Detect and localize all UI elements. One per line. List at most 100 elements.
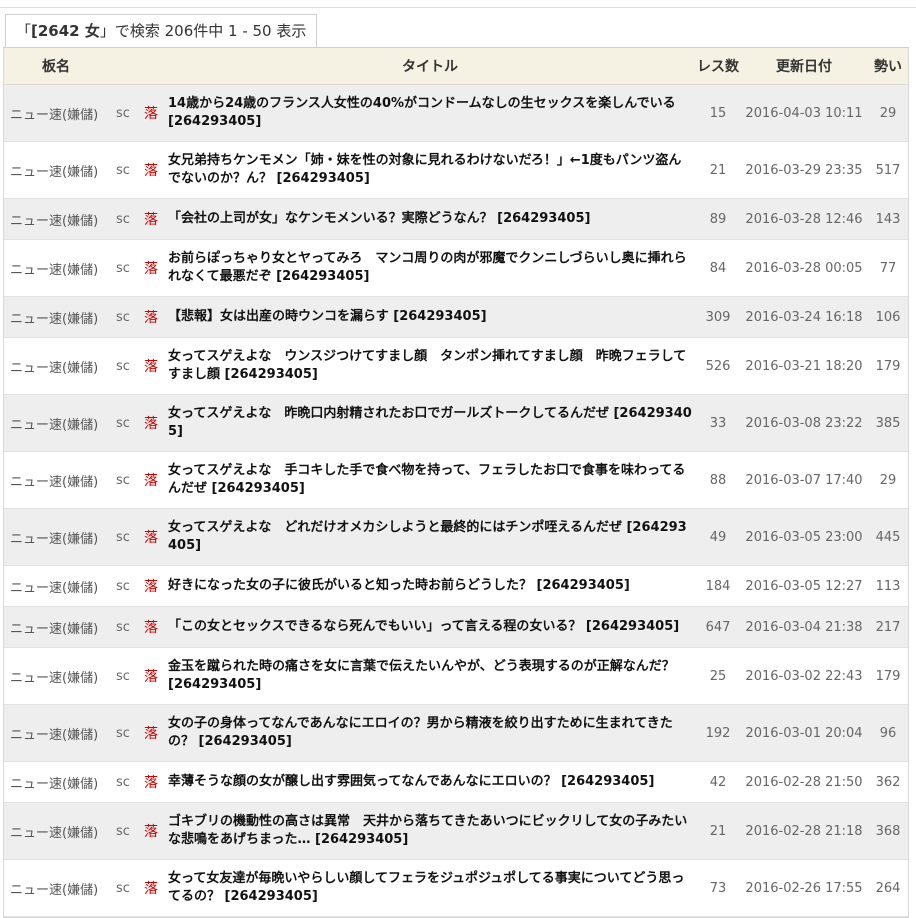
thread-title-link[interactable]: 女ってスゲえよな ウンスジつけてすまし顔 タンポン挿れてすまし顔 昨晩フェラして… — [164, 337, 696, 395]
sc-link[interactable]: sc — [108, 704, 138, 762]
sc-link[interactable]: sc — [108, 508, 138, 566]
thread-title-link[interactable]: 女ってスゲえよな どれだけオメカシしようと最終的にはチンポ咥えるんだぜ [264… — [164, 508, 696, 566]
sc-link[interactable]: sc — [108, 565, 138, 607]
sc-link[interactable]: sc — [108, 606, 138, 648]
ochi-link[interactable]: 落 — [138, 606, 164, 648]
thread-title-link[interactable]: 金玉を蹴られた時の痛さを女に言葉で伝えたいんやが、どう表現するのが正解なんだ？ … — [164, 647, 696, 705]
table-row[interactable]: ニュー速(嫌儲) sc 落女ってスゲえよな 昨晩口内射精されたお口でガールズトークし… — [4, 394, 908, 452]
ochi-link[interactable]: 落 — [138, 859, 164, 917]
res-count: 21 — [696, 141, 740, 199]
table-row[interactable]: ニュー速(嫌儲) sc 落幸薄そうな顔の女が醸し出す雰囲気ってなんであんなにエロいの… — [4, 761, 908, 803]
sc-link[interactable]: sc — [108, 761, 138, 803]
ochi-link[interactable]: 落 — [138, 296, 164, 338]
table-row[interactable]: ニュー速(嫌儲) sc 落女ってスゲえよな 手コキした手で食べ物を持って、フェラした… — [4, 451, 908, 509]
table-row[interactable]: ニュー速(嫌儲) sc 落女ってスゲえよな どれだけオメカシしようと最終的にはチンポ… — [4, 508, 908, 566]
updated-date: 2016-02-28 21:50 — [740, 761, 868, 803]
sc-link[interactable]: sc — [108, 84, 138, 142]
sc-link[interactable]: sc — [108, 647, 138, 705]
ochi-link[interactable]: 落 — [138, 84, 164, 142]
table-row[interactable]: ニュー速(嫌儲) sc 落女ってスゲえよな ウンスジつけてすまし顔 タンポン挿れてす… — [4, 337, 908, 395]
sc-link[interactable]: sc — [108, 141, 138, 199]
sc-link[interactable]: sc — [108, 198, 138, 240]
board-name-link[interactable]: ニュー速(嫌儲) — [4, 761, 108, 803]
board-name-link[interactable]: ニュー速(嫌儲) — [4, 451, 108, 509]
thread-title-link[interactable]: 幸薄そうな顔の女が醸し出す雰囲気ってなんであんなにエロいの？ [26429340… — [164, 761, 696, 803]
thread-title-link[interactable]: 女の子の身体ってなんであんなにエロイの？男から精液を絞り出すために生まれてきたの… — [164, 704, 696, 762]
header-updated[interactable]: 更新日付 — [740, 48, 868, 85]
board-name-link[interactable]: ニュー速(嫌儲) — [4, 508, 108, 566]
header-board[interactable]: 板名 — [4, 48, 108, 85]
thread-title-link[interactable]: 女って女友達が毎晩いやらしい顔してフェラをジュポジュポしてる事実についてどう思っ… — [164, 859, 696, 917]
board-name-link[interactable]: ニュー速(嫌儲) — [4, 565, 108, 607]
board-name-link[interactable]: ニュー速(嫌儲) — [4, 198, 108, 240]
updated-date: 2016-02-26 17:55 — [740, 859, 868, 917]
board-name-link[interactable]: ニュー速(嫌儲) — [4, 606, 108, 648]
table-row[interactable]: ニュー速(嫌儲) sc 落女の子の身体ってなんであんなにエロイの？男から精液を絞り出… — [4, 704, 908, 762]
thread-title-link[interactable]: 女兄弟持ちケンモメン「姉・妹を性の対象に見れるわけないだろ！」←1度もパンツ盗ん… — [164, 141, 696, 199]
sc-link[interactable]: sc — [108, 337, 138, 395]
board-name-link[interactable]: ニュー速(嫌儲) — [4, 296, 108, 338]
sc-link[interactable]: sc — [108, 394, 138, 452]
table-row[interactable]: ニュー速(嫌儲) sc 落金玉を蹴られた時の痛さを女に言葉で伝えたいんやが、どう表現… — [4, 647, 908, 705]
res-count: 15 — [696, 84, 740, 142]
thread-title-link[interactable]: お前らぽっちゃり女とヤってみろ マンコ周りの肉が邪魔でクンニしづらいし奥に挿れら… — [164, 239, 696, 297]
ochi-link[interactable]: 落 — [138, 565, 164, 607]
ochi-link[interactable]: 落 — [138, 647, 164, 705]
thread-title-link[interactable]: 14歳から24歳のフランス人女性の40%がコンドームなしの生セックスを楽しんでい… — [164, 84, 696, 142]
res-count: 184 — [696, 565, 740, 607]
thread-title-link[interactable]: 【悲報】女は出産の時ウンコを漏らす [264293405] — [164, 296, 696, 338]
ochi-link[interactable]: 落 — [138, 761, 164, 803]
board-name-link[interactable]: ニュー速(嫌儲) — [4, 704, 108, 762]
force-value: 179 — [868, 337, 908, 395]
table-row[interactable]: ニュー速(嫌儲) sc 落女って女友達が毎晩いやらしい顔してフェラをジュポジュポして… — [4, 859, 908, 917]
updated-date: 2016-03-08 23:22 — [740, 394, 868, 452]
thread-title-link[interactable]: 女ってスゲえよな 手コキした手で食べ物を持って、フェラしたお口で食事を味わってる… — [164, 451, 696, 509]
table-row[interactable]: ニュー速(嫌儲) sc 落「この女とセックスできるなら死んでもいい」って言える程の女… — [4, 606, 908, 648]
sc-link[interactable]: sc — [108, 296, 138, 338]
board-name-link[interactable]: ニュー速(嫌儲) — [4, 337, 108, 395]
table-row[interactable]: ニュー速(嫌儲) sc 落【悲報】女は出産の時ウンコを漏らす [264293405]… — [4, 296, 908, 338]
thread-title-link[interactable]: 「この女とセックスできるなら死んでもいい」って言える程の女いる？ [264293… — [164, 606, 696, 648]
ochi-link[interactable]: 落 — [138, 141, 164, 199]
ochi-link[interactable]: 落 — [138, 508, 164, 566]
sc-link[interactable]: sc — [108, 859, 138, 917]
updated-date: 2016-03-04 21:38 — [740, 606, 868, 648]
table-row[interactable]: ニュー速(嫌儲) sc 落「会社の上司が女」なケンモメンいる？実際どうなん？ [26… — [4, 198, 908, 240]
table-row[interactable]: ニュー速(嫌儲) sc 落 14歳から24歳のフランス人女性の40%がコンドームなしの… — [4, 84, 908, 142]
table-row[interactable]: ニュー速(嫌儲) sc 落お前らぽっちゃり女とヤってみろ マンコ周りの肉が邪魔でクン… — [4, 239, 908, 297]
table-row[interactable]: ニュー速(嫌儲) sc 落女兄弟持ちケンモメン「姉・妹を性の対象に見れるわけないだろ… — [4, 141, 908, 199]
ochi-link[interactable]: 落 — [138, 337, 164, 395]
thread-title-link[interactable]: 「会社の上司が女」なケンモメンいる？実際どうなん？ [264293405] — [164, 198, 696, 240]
thread-title-link[interactable]: 好きになった女の子に彼氏がいると知った時お前らどうした？ [264293405] — [164, 565, 696, 607]
board-name-link[interactable]: ニュー速(嫌儲) — [4, 394, 108, 452]
res-count: 49 — [696, 508, 740, 566]
board-name-link[interactable]: ニュー速(嫌儲) — [4, 647, 108, 705]
sc-link[interactable]: sc — [108, 802, 138, 860]
sc-link[interactable]: sc — [108, 451, 138, 509]
ochi-link[interactable]: 落 — [138, 198, 164, 240]
ochi-link[interactable]: 落 — [138, 239, 164, 297]
res-count: 33 — [696, 394, 740, 452]
ochi-link[interactable]: 落 — [138, 394, 164, 452]
search-close-quote: 」 — [99, 22, 115, 40]
board-name-link[interactable]: ニュー速(嫌儲) — [4, 84, 108, 142]
force-value: 113 — [868, 565, 908, 607]
ochi-link[interactable]: 落 — [138, 704, 164, 762]
thread-title-link[interactable]: ゴキブリの機動性の高さは異常 天井から落ちてきたあいつにビックリして女の子みたい… — [164, 802, 696, 860]
ochi-link[interactable]: 落 — [138, 802, 164, 860]
updated-date: 2016-02-28 21:18 — [740, 802, 868, 860]
res-count: 89 — [696, 198, 740, 240]
board-name-link[interactable]: ニュー速(嫌儲) — [4, 802, 108, 860]
thread-title-link[interactable]: 女ってスゲえよな 昨晩口内射精されたお口でガールズトークしてるんだぜ [2642… — [164, 394, 696, 452]
board-name-link[interactable]: ニュー速(嫌儲) — [4, 239, 108, 297]
board-name-link[interactable]: ニュー速(嫌儲) — [4, 859, 108, 917]
board-name-link[interactable]: ニュー速(嫌儲) — [4, 141, 108, 199]
sc-link[interactable]: sc — [108, 239, 138, 297]
ochi-link[interactable]: 落 — [138, 451, 164, 509]
table-row[interactable]: ニュー速(嫌儲) sc 落ゴキブリの機動性の高さは異常 天井から落ちてきたあいつにビ… — [4, 802, 908, 860]
res-count: 647 — [696, 606, 740, 648]
table-row[interactable]: ニュー速(嫌儲) sc 落好きになった女の子に彼氏がいると知った時お前らどうした？ … — [4, 565, 908, 607]
header-title[interactable]: タイトル — [164, 48, 696, 85]
header-res[interactable]: レス数 — [696, 48, 740, 85]
header-force[interactable]: 勢い — [868, 48, 908, 85]
